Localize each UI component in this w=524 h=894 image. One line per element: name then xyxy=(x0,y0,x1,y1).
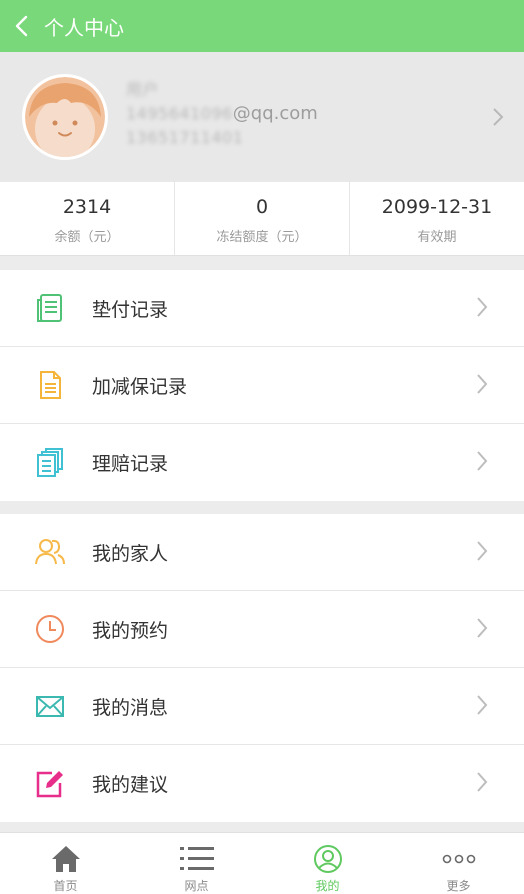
email-domain: @qq.com xyxy=(232,102,318,124)
bottom-tab-bar: 首页 网点 我的 更多 xyxy=(0,832,524,894)
stat-value: 0 xyxy=(255,196,269,218)
list-icon xyxy=(179,843,214,875)
phone-number: 13651711401 xyxy=(126,128,244,147)
edit-icon xyxy=(34,768,66,800)
stat-expiry[interactable]: 2099-12-31 有效期 xyxy=(350,182,524,255)
chevron-right-icon xyxy=(477,772,488,792)
menu-item-advance-records[interactable]: 垫付记录 xyxy=(0,270,524,347)
menu-item-label: 我的建议 xyxy=(92,774,169,796)
tab-label: 我的 xyxy=(315,879,340,893)
tab-home[interactable]: 首页 xyxy=(0,833,131,894)
tab-more[interactable]: 更多 xyxy=(393,833,524,894)
chevron-right-icon xyxy=(477,618,488,638)
clock-icon xyxy=(34,613,66,645)
user-icon xyxy=(313,843,343,875)
menu-item-my-appointments[interactable]: 我的预约 xyxy=(0,591,524,668)
menu-item-my-family[interactable]: 我的家人 xyxy=(0,514,524,591)
email-local-part: 1495641096 xyxy=(126,103,233,123)
chevron-right-icon xyxy=(493,108,504,126)
menu-item-claim-records[interactable]: 理赔记录 xyxy=(0,424,524,501)
avatar[interactable] xyxy=(22,74,108,160)
tab-label: 网点 xyxy=(184,879,209,893)
tab-label: 首页 xyxy=(53,879,78,893)
chevron-right-icon xyxy=(477,541,488,561)
menu-item-label: 我的消息 xyxy=(92,696,169,719)
account-stats: 2314 余额（元） 0 冻结额度（元） 2099-12-31 有效期 xyxy=(0,182,524,256)
header-bar: 个人中心 xyxy=(0,0,524,52)
menu-item-label: 加减保记录 xyxy=(92,375,188,398)
stat-label: 有效期 xyxy=(417,230,457,245)
notepad-icon xyxy=(34,369,66,401)
tab-mine[interactable]: 我的 xyxy=(262,833,393,894)
stat-value: 2314 xyxy=(62,196,112,218)
chevron-right-icon xyxy=(477,297,488,317)
menu-item-label: 我的预约 xyxy=(92,619,169,642)
home-icon xyxy=(51,843,81,875)
people-icon xyxy=(34,536,66,568)
profile-card[interactable]: 用户 1495641096 @qq.com 13651711401 xyxy=(0,52,524,182)
user-name: 用户 xyxy=(126,80,160,99)
chevron-right-icon xyxy=(477,451,488,471)
stat-label: 余额（元） xyxy=(54,230,120,245)
stat-frozen[interactable]: 0 冻结额度（元） xyxy=(175,182,350,255)
chevron-right-icon xyxy=(477,695,488,715)
page-title: 个人中心 xyxy=(44,15,124,40)
chevron-right-icon xyxy=(477,374,488,394)
more-icon xyxy=(442,843,476,875)
stat-label: 冻结额度（元） xyxy=(216,230,308,245)
menu-item-label: 理赔记录 xyxy=(92,453,169,475)
stat-value: 2099-12-31 xyxy=(381,196,493,218)
stat-balance[interactable]: 2314 余额（元） xyxy=(0,182,175,255)
menu-group-personal: 我的家人 我的预约 我的消息 我的建议 xyxy=(0,514,524,822)
menu-item-my-messages[interactable]: 我的消息 xyxy=(0,668,524,745)
menu-item-insurance-change-records[interactable]: 加减保记录 xyxy=(0,347,524,424)
copy-documents-icon xyxy=(34,447,66,479)
menu-group-records: 垫付记录 加减保记录 理赔记录 xyxy=(0,270,524,501)
chevron-left-icon xyxy=(15,15,28,37)
avatar-face-icon xyxy=(25,77,105,157)
tab-label: 更多 xyxy=(446,879,471,893)
back-button[interactable] xyxy=(4,0,40,52)
menu-item-label: 我的家人 xyxy=(92,542,169,565)
document-list-icon xyxy=(34,292,66,324)
menu-item-label: 垫付记录 xyxy=(92,298,169,321)
menu-item-my-suggestions[interactable]: 我的建议 xyxy=(0,745,524,822)
envelope-icon xyxy=(34,690,66,722)
tab-outlets[interactable]: 网点 xyxy=(131,833,262,894)
